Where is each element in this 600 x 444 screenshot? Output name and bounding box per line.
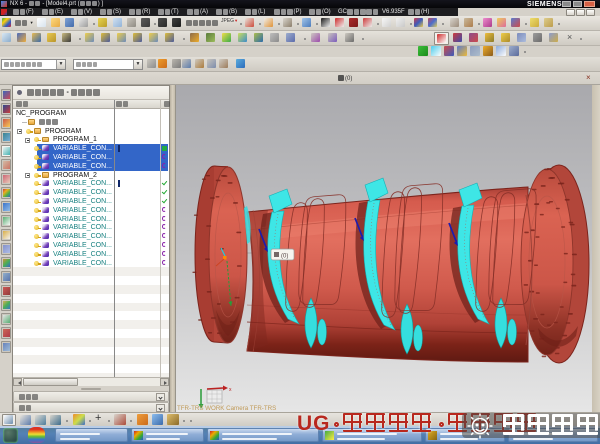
svg-text:TFR-TRS WORK Camera TFR-TRS: TFR-TRS WORK Camera TFR-TRS <box>177 405 276 412</box>
svg-text:(0): (0) <box>281 254 288 260</box>
